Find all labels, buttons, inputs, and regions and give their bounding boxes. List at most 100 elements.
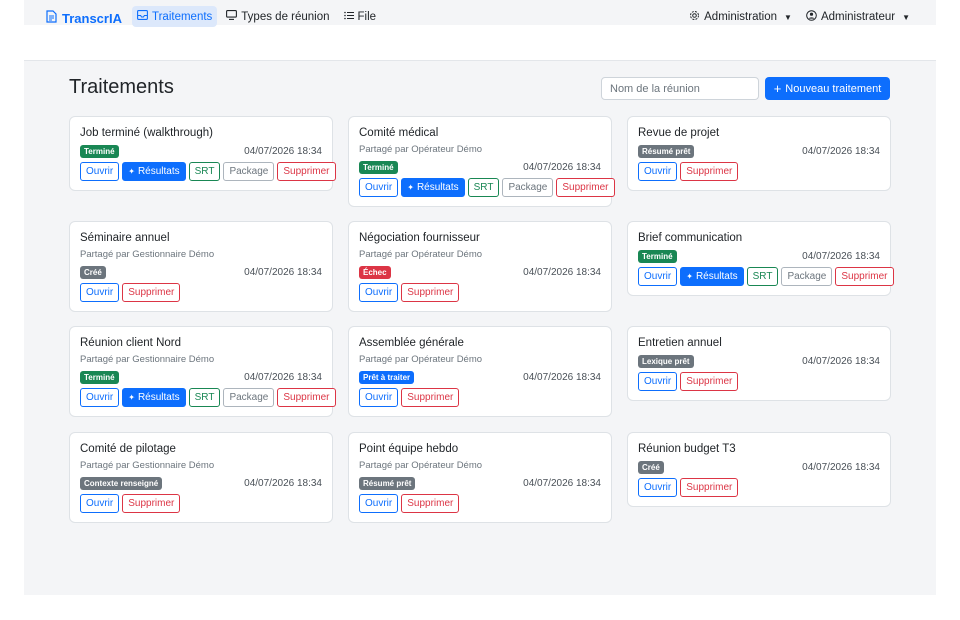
inbox-icon (137, 10, 148, 23)
package-button[interactable]: Package (223, 388, 275, 407)
card-date: 04/07/2026 18:34 (244, 371, 322, 383)
delete-button[interactable]: Supprimer (680, 372, 739, 391)
srt-label: SRT (752, 271, 773, 282)
package-button[interactable]: Package (223, 162, 275, 181)
status-badge: Créé (638, 460, 664, 474)
open-button[interactable]: Ouvrir (359, 494, 399, 513)
open-button[interactable]: Ouvrir (638, 162, 678, 181)
open-label: Ouvrir (365, 498, 393, 509)
open-button[interactable]: Ouvrir (80, 388, 120, 407)
delete-button[interactable]: Supprimer (835, 267, 894, 286)
open-label: Ouvrir (86, 392, 114, 403)
open-button[interactable]: Ouvrir (638, 267, 678, 286)
user-dropdown[interactable]: Administrateur ▼ (806, 10, 910, 24)
card-actions: Ouvrir ✦ Résultats SRT Package Supprimer (359, 178, 615, 197)
status-badge: Terminé (359, 160, 398, 174)
sparkle-icon: ✦ (407, 183, 414, 192)
search-input[interactable] (601, 77, 759, 100)
card-actions: Ouvrir Supprimer (359, 283, 601, 302)
delete-label: Supprimer (407, 498, 454, 509)
card-title: Job terminé (walkthrough) (80, 127, 213, 139)
card-date: 04/07/2026 18:34 (523, 266, 601, 278)
srt-button[interactable]: SRT (188, 388, 221, 407)
open-button[interactable]: Ouvrir (359, 388, 399, 407)
delete-label: Supprimer (283, 166, 330, 177)
brand-logo[interactable]: TranscrIA (46, 10, 122, 26)
srt-button[interactable]: SRT (467, 178, 500, 197)
delete-button[interactable]: Supprimer (401, 388, 460, 407)
treatment-card: Job terminé (walkthrough) Terminé 04/07/20… (69, 116, 336, 191)
card-shared-by: Partagé par Opérateur Démo (359, 460, 483, 471)
plus-icon: + (773, 80, 782, 96)
delete-button[interactable]: Supprimer (680, 162, 739, 181)
card-actions: Ouvrir Supprimer (638, 478, 880, 497)
card-title: Réunion budget T3 (638, 443, 736, 455)
card-shared-by: Partagé par Opérateur Démo (359, 144, 483, 155)
status-badge: Résumé prêt (638, 144, 695, 158)
open-button[interactable]: Ouvrir (359, 283, 399, 302)
open-button[interactable]: Ouvrir (80, 162, 120, 181)
delete-label: Supprimer (407, 392, 454, 403)
package-button[interactable]: Package (502, 178, 554, 197)
results-button[interactable]: ✦ Résultats (401, 178, 465, 197)
open-button[interactable]: Ouvrir (638, 372, 678, 391)
status-badge: Créé (80, 265, 106, 279)
card-shared-by: Partagé par Opérateur Démo (359, 249, 483, 260)
open-button[interactable]: Ouvrir (80, 494, 120, 513)
open-label: Ouvrir (644, 271, 672, 282)
user-label: Administrateur (820, 11, 896, 23)
package-label: Package (229, 166, 269, 177)
open-button[interactable]: Ouvrir (80, 283, 120, 302)
card-actions: Ouvrir ✦ Résultats SRT Package Supprimer (638, 267, 894, 286)
delete-button[interactable]: Supprimer (277, 388, 336, 407)
open-label: Ouvrir (86, 287, 114, 298)
card-date: 04/07/2026 18:34 (244, 145, 322, 157)
card-actions: Ouvrir ✦ Résultats SRT Package Supprimer (80, 162, 336, 181)
open-label: Ouvrir (365, 287, 393, 298)
results-button[interactable]: ✦ Résultats (122, 162, 186, 181)
card-status-row: Résumé prêt 04/07/2026 18:34 (359, 476, 601, 490)
card-title: Brief communication (638, 232, 743, 244)
srt-button[interactable]: SRT (746, 267, 779, 286)
open-button[interactable]: Ouvrir (638, 478, 678, 497)
package-label: Package (229, 392, 269, 403)
delete-button[interactable]: Supprimer (556, 178, 615, 197)
package-button[interactable]: Package (781, 267, 833, 286)
nav-link-file[interactable]: File (339, 6, 382, 27)
treatment-card: Brief communication Terminé 04/07/2026 18:… (627, 221, 894, 296)
delete-button[interactable]: Supprimer (122, 283, 181, 302)
srt-button[interactable]: SRT (188, 162, 221, 181)
administration-dropdown[interactable]: Administration ▼ (689, 10, 792, 24)
delete-button[interactable]: Supprimer (277, 162, 336, 181)
delete-label: Supprimer (686, 166, 733, 177)
results-button[interactable]: ✦ Résultats (680, 267, 744, 286)
results-label: Résultats (137, 166, 180, 177)
sparkle-icon: ✦ (128, 167, 135, 176)
delete-button[interactable]: Supprimer (680, 478, 739, 497)
nav-link-types-reunion[interactable]: Types de réunion (221, 6, 334, 27)
delete-label: Supprimer (841, 271, 888, 282)
open-label: Ouvrir (644, 376, 672, 387)
card-date: 04/07/2026 18:34 (523, 371, 601, 383)
list-icon (343, 11, 354, 23)
new-traitement-button[interactable]: + Nouveau traitement (765, 77, 890, 100)
delete-button[interactable]: Supprimer (401, 283, 460, 302)
results-label: Résultats (137, 392, 180, 403)
delete-button[interactable]: Supprimer (401, 494, 460, 513)
open-button[interactable]: Ouvrir (359, 178, 399, 197)
nav-link-traitements[interactable]: Traitements (132, 6, 218, 27)
card-status-row: Lexique prêt 04/07/2026 18:34 (638, 354, 880, 368)
delete-button[interactable]: Supprimer (122, 494, 181, 513)
main-nav: Traitements Types de réunion File (132, 6, 381, 27)
gear-icon (689, 10, 700, 24)
card-status-row: Contexte renseigné 04/07/2026 18:34 (80, 476, 322, 490)
treatment-card: Point équipe hebdo Partagé par Opérateur … (348, 432, 612, 523)
card-date: 04/07/2026 18:34 (802, 355, 880, 367)
delete-label: Supprimer (283, 392, 330, 403)
results-button[interactable]: ✦ Résultats (122, 388, 186, 407)
status-badge: Échec (359, 265, 391, 279)
nav-link-label: Traitements (152, 10, 213, 23)
status-badge: Lexique prêt (638, 354, 694, 368)
card-title: Revue de projet (638, 127, 720, 139)
card-actions: Ouvrir Supprimer (359, 388, 601, 407)
